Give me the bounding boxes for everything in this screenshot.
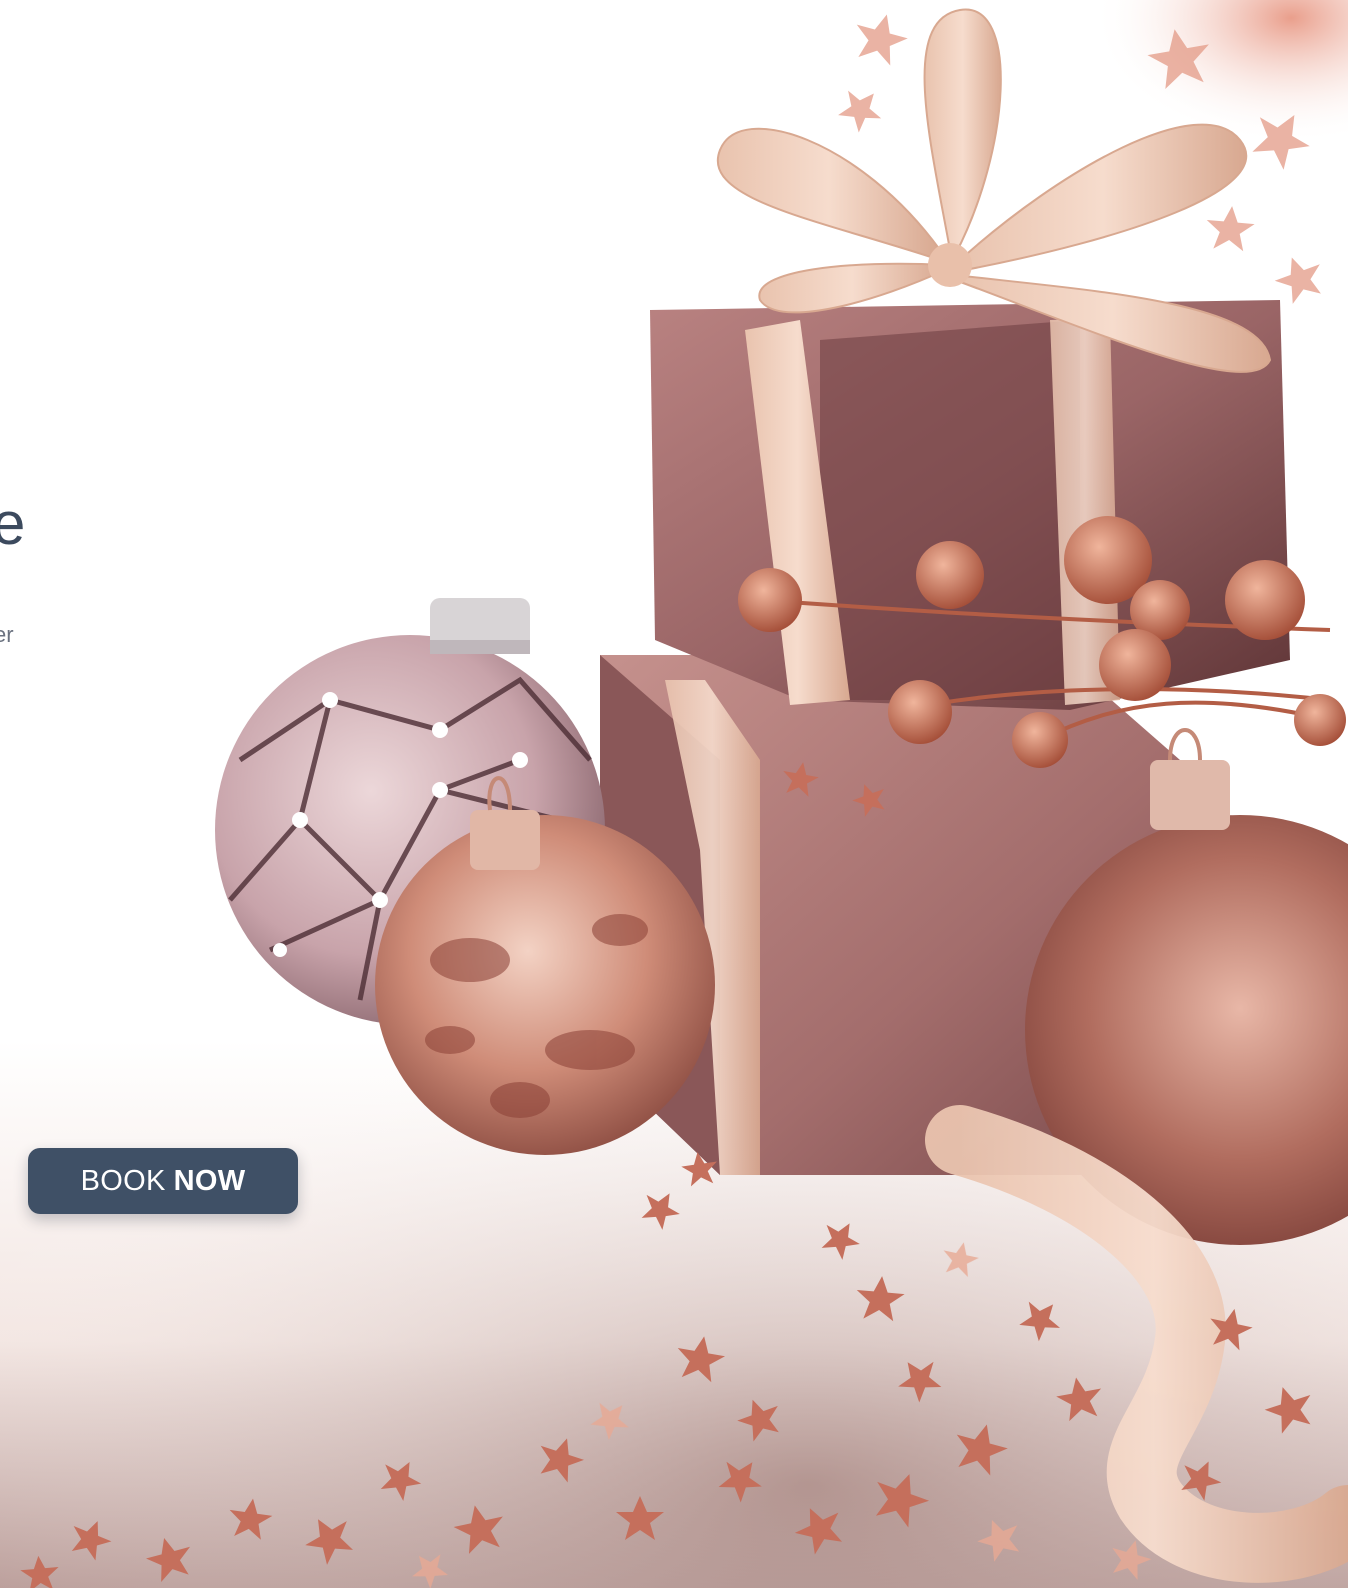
- promo-page: e er BOOK NOW: [0, 0, 1348, 1588]
- book-now-button[interactable]: BOOK NOW: [28, 1148, 298, 1214]
- book-now-button-label-bold: NOW: [173, 1164, 246, 1197]
- book-now-button-label-light: BOOK: [80, 1164, 166, 1197]
- christmas-gifts-photo: [0, 0, 1348, 1588]
